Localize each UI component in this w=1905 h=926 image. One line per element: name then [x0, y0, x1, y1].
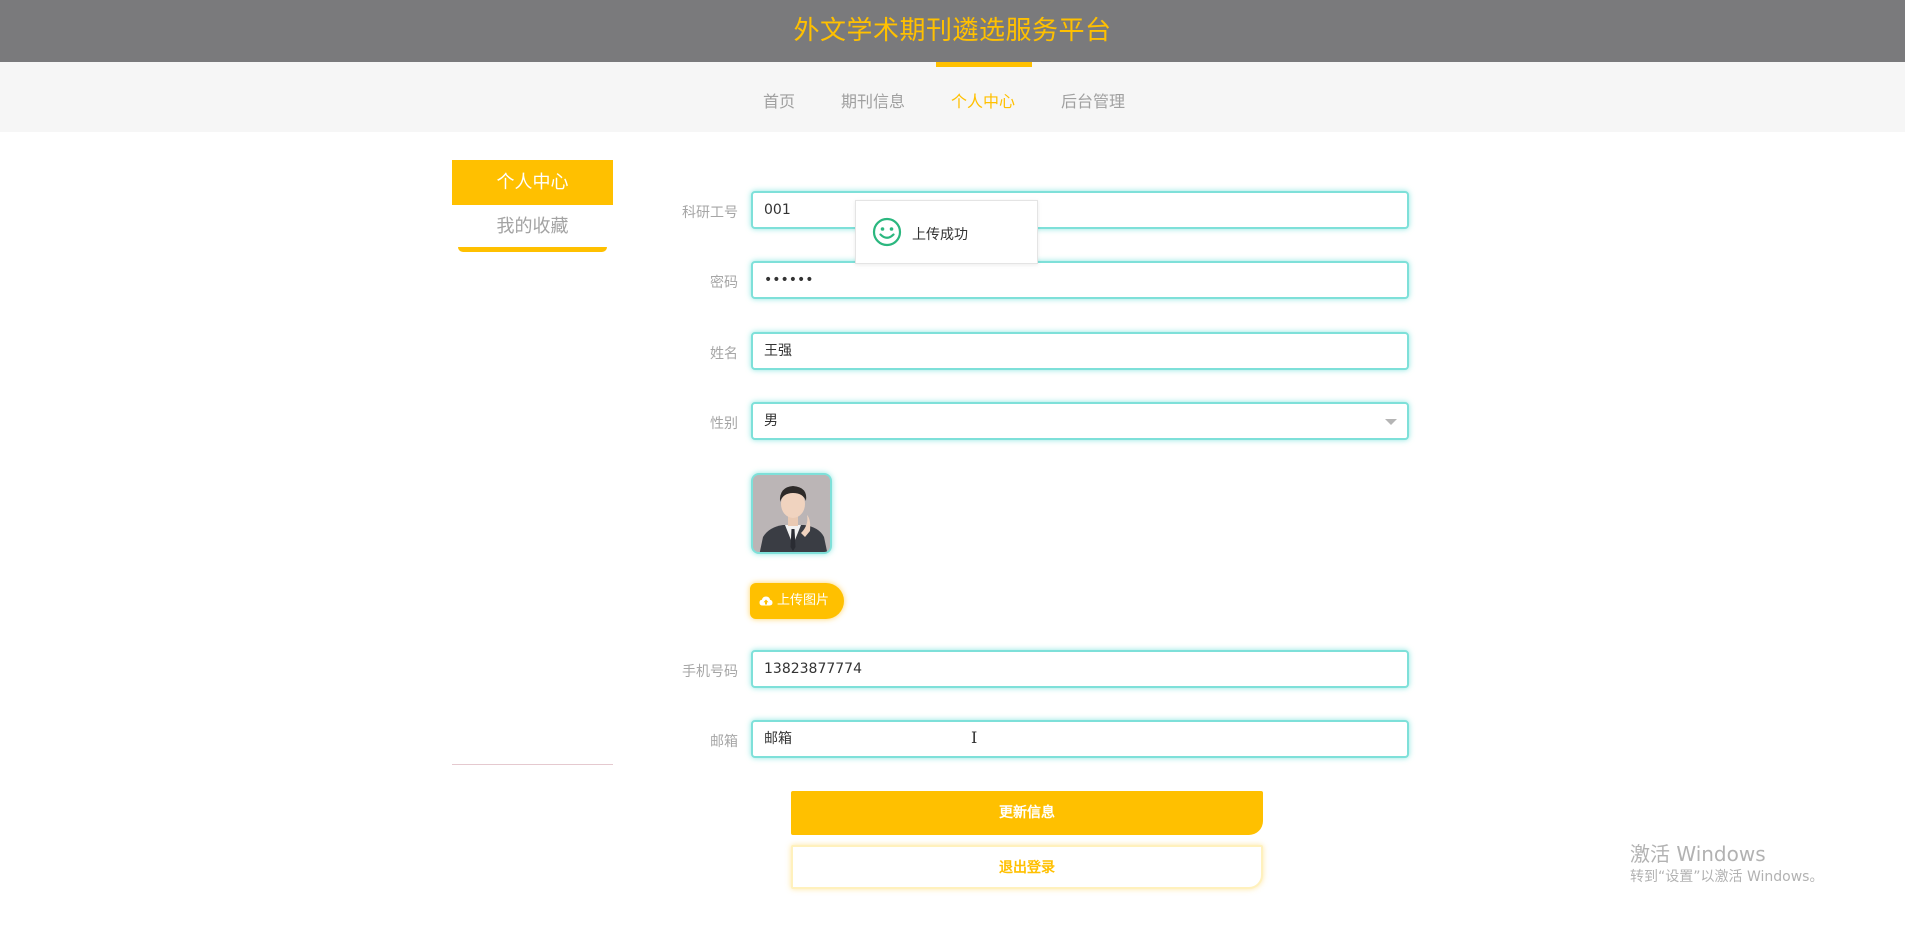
nav-admin[interactable]: 后台管理: [1061, 88, 1125, 112]
windows-activation-hint: 转到“设置”以激活 Windows。: [1630, 869, 1824, 885]
nav-journal-info[interactable]: 期刊信息: [841, 88, 905, 112]
gender-select-value: 男: [764, 413, 778, 429]
research-id-label: 科研工号: [682, 205, 738, 221]
sidebar-item-favorites[interactable]: 我的收藏: [452, 210, 613, 246]
nav-active-indicator: [936, 62, 1032, 67]
password-input[interactable]: ••••••: [751, 261, 1409, 299]
main-nav: 首页 期刊信息 个人中心 后台管理: [0, 62, 1905, 132]
upload-image-button[interactable]: 上传图片: [750, 583, 844, 619]
sidebar-divider: [452, 764, 613, 765]
top-header-bar: 外文学术期刊遴选服务平台: [0, 0, 1905, 62]
smile-icon: [872, 217, 902, 247]
avatar-image: [751, 473, 832, 554]
toast-notification: 上传成功: [855, 200, 1038, 264]
gender-label: 性别: [710, 416, 738, 432]
email-label: 邮箱: [710, 734, 738, 750]
windows-activation-title: 激活 Windows: [1630, 842, 1766, 866]
name-input[interactable]: 王强: [751, 332, 1409, 370]
site-title: 外文学术期刊遴选服务平台: [793, 16, 1112, 46]
upload-image-label: 上传图片: [777, 593, 830, 608]
research-id-input[interactable]: 001: [751, 191, 1409, 229]
gender-select[interactable]: 男: [751, 402, 1409, 440]
cloud-upload-icon: [759, 596, 773, 606]
text-cursor-icon: I: [971, 728, 978, 747]
password-label: 密码: [710, 275, 738, 291]
nav-home[interactable]: 首页: [763, 88, 795, 112]
phone-input[interactable]: 13823877774: [751, 650, 1409, 688]
nav-personal-center[interactable]: 个人中心: [951, 88, 1015, 112]
sidebar-item-personal-center[interactable]: 个人中心: [452, 160, 613, 205]
toast-message: 上传成功: [912, 227, 968, 243]
email-input[interactable]: 邮箱: [751, 720, 1409, 758]
update-info-button[interactable]: 更新信息: [791, 791, 1263, 835]
chevron-down-icon: [1385, 419, 1397, 425]
logout-button[interactable]: 退出登录: [791, 845, 1263, 889]
name-label: 姓名: [710, 346, 738, 362]
phone-label: 手机号码: [682, 664, 738, 680]
sidebar-underline: [458, 247, 607, 252]
